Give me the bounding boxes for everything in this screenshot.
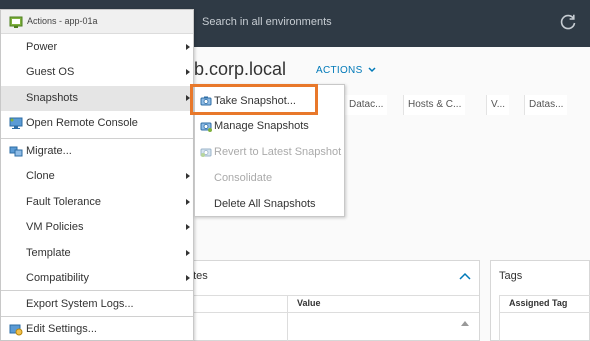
menu-item-label: Edit Settings... xyxy=(26,323,97,335)
edit-settings-icon xyxy=(9,324,23,336)
column-divider xyxy=(499,295,500,341)
menu-item-clone[interactable]: Clone xyxy=(1,164,193,189)
menu-item-snapshots[interactable]: Snapshots xyxy=(1,86,193,111)
chevron-up-icon[interactable] xyxy=(459,272,471,280)
menu-item-power[interactable]: Power xyxy=(1,35,193,60)
menu-item-label: Fault Tolerance xyxy=(26,196,102,208)
divider xyxy=(499,312,590,313)
menu-item-label: Open Remote Console xyxy=(26,117,138,129)
column-divider xyxy=(287,295,288,341)
submenu-arrow-icon xyxy=(186,69,190,75)
divider xyxy=(499,295,590,296)
value-column-header[interactable]: Value xyxy=(297,298,321,308)
page-title: b.corp.local xyxy=(194,59,287,79)
submenu-item-revert-to-latest-snapshot[interactable]: Revert to Latest Snapshot xyxy=(195,139,344,165)
menu-item-label: Template xyxy=(26,247,71,259)
divider xyxy=(151,312,479,313)
chevron-down-icon xyxy=(368,67,376,73)
tab-datastores[interactable]: Datas... xyxy=(524,95,568,115)
menu-item-open-remote-console[interactable]: Open Remote Console xyxy=(1,111,193,136)
menu-item-fault-tolerance[interactable]: Fault Tolerance xyxy=(1,190,193,215)
submenu-item-label: Revert to Latest Snapshot xyxy=(214,146,342,158)
menu-item-label: Compatibility xyxy=(26,272,89,284)
tab-vms[interactable]: V... xyxy=(486,95,510,115)
remote-console-icon xyxy=(9,117,23,129)
menu-item-guest-os[interactable]: Guest OS xyxy=(1,60,193,85)
actions-label: ACTIONS xyxy=(316,65,363,76)
global-search-input[interactable]: Search in all environments xyxy=(202,16,332,28)
menu-item-compatibility[interactable]: Compatibility xyxy=(1,266,193,291)
highlight-annotation xyxy=(190,84,318,115)
actions-dropdown[interactable]: ACTIONS xyxy=(316,65,376,76)
menu-item-label: Export System Logs... xyxy=(26,298,134,310)
submenu-item-manage-snapshots[interactable]: Manage Snapshots xyxy=(195,113,344,139)
menu-item-label: Snapshots xyxy=(26,92,78,104)
submenu-item-delete-all-snapshots[interactable]: Delete All Snapshots xyxy=(195,191,344,217)
menu-item-label: VM Policies xyxy=(26,221,84,233)
divider xyxy=(151,295,479,296)
migrate-icon xyxy=(9,146,23,157)
menu-item-label: Clone xyxy=(26,170,55,182)
menu-item-edit-settings[interactable]: Edit Settings... xyxy=(1,317,193,341)
submenu-item-label: Delete All Snapshots xyxy=(214,198,316,210)
assigned-tag-column-header[interactable]: Assigned Tag xyxy=(509,298,567,308)
custom-attributes-panel: utes Value xyxy=(150,260,480,341)
submenu-arrow-icon xyxy=(186,44,190,50)
menu-item-template[interactable]: Template xyxy=(1,241,193,266)
menu-item-export-system-logs[interactable]: Export System Logs... xyxy=(1,292,193,317)
submenu-arrow-icon xyxy=(186,275,190,281)
scroll-up-arrow-icon[interactable] xyxy=(461,321,469,326)
tab-hosts-clusters[interactable]: Hosts & C... xyxy=(403,95,466,115)
context-menu-title: Actions - app-01a xyxy=(27,16,98,26)
submenu-item-label: Consolidate xyxy=(214,172,273,184)
tab-datacenter[interactable]: Datac... xyxy=(344,95,388,115)
tags-panel: Tags Assigned Tag xyxy=(490,260,590,341)
revert-snapshot-icon xyxy=(200,148,212,157)
tags-panel-title: Tags xyxy=(499,270,523,282)
vm-icon xyxy=(9,16,23,28)
menu-item-label: Power xyxy=(26,41,58,53)
menu-item-label: Migrate... xyxy=(26,145,72,157)
menu-item-label: Guest OS xyxy=(26,66,75,78)
submenu-arrow-icon xyxy=(186,224,190,230)
submenu-item-consolidate[interactable]: Consolidate xyxy=(195,165,344,191)
manage-snapshots-icon xyxy=(200,122,212,132)
refresh-icon[interactable] xyxy=(559,13,577,31)
menu-item-migrate[interactable]: Migrate... xyxy=(1,139,193,164)
context-menu-header: Actions - app-01a xyxy=(1,10,193,34)
menu-item-vm-policies[interactable]: VM Policies xyxy=(1,215,193,240)
submenu-item-label: Manage Snapshots xyxy=(214,120,309,132)
actions-context-menu: Actions - app-01a Power Guest OS Snapsho… xyxy=(0,9,194,341)
menu-separator xyxy=(1,290,193,291)
submenu-arrow-icon xyxy=(186,173,190,179)
submenu-arrow-icon xyxy=(186,199,190,205)
submenu-arrow-icon xyxy=(186,250,190,256)
